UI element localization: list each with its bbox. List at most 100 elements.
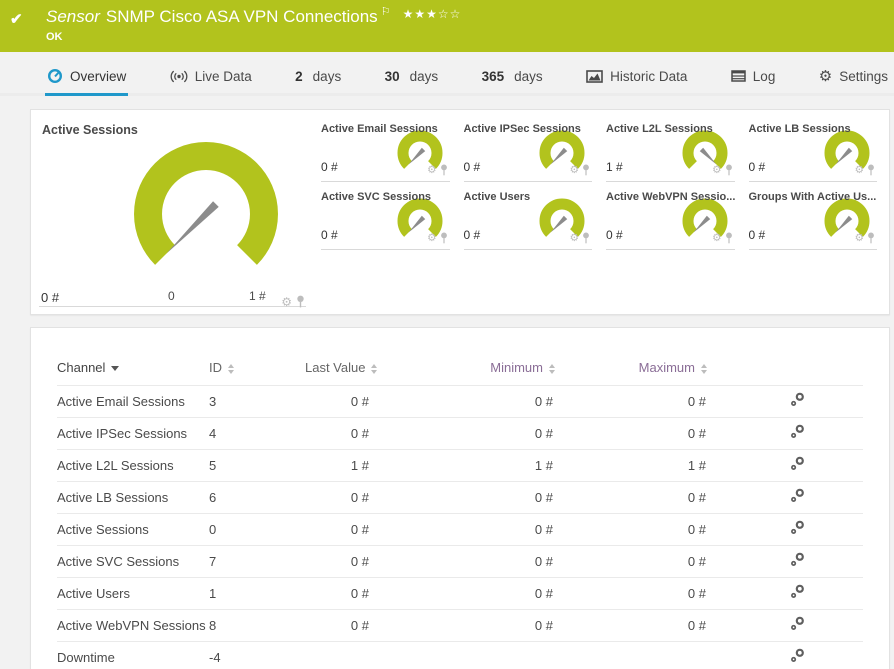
- tile-active-svc-sessions[interactable]: Active SVC Sessions 0 # ⚙: [321, 188, 450, 250]
- tab-2-days[interactable]: 2 days: [293, 52, 343, 96]
- pin-icon[interactable]: [725, 164, 733, 176]
- col-header-maximum[interactable]: Maximum: [555, 348, 707, 386]
- pin-icon[interactable]: [440, 232, 448, 244]
- channel-settings-icon[interactable]: [790, 616, 805, 631]
- cell-minimum: 0 #: [415, 609, 555, 642]
- pin-icon[interactable]: [582, 232, 590, 244]
- pin-icon[interactable]: [725, 232, 733, 244]
- table-row: Active Users 1 0 # 0 # 0 #: [57, 577, 863, 610]
- channel-settings-icon[interactable]: [790, 392, 805, 407]
- tile-value: 0 #: [463, 160, 481, 174]
- gear-icon[interactable]: ⚙: [427, 165, 436, 176]
- tile-active-ipsec-sessions[interactable]: Active IPSec Sessions 0 # ⚙: [463, 120, 592, 182]
- channel-table-panel: Channel ID Last Value Minimum Maximum Ac…: [30, 327, 890, 669]
- cell-id: 8: [209, 609, 305, 642]
- tile-title: Active Users: [463, 191, 531, 203]
- tab-365-days[interactable]: 365 days: [480, 52, 545, 96]
- gear-icon[interactable]: ⚙: [281, 296, 292, 308]
- cell-maximum: [555, 641, 707, 669]
- cell-maximum: 0 #: [555, 513, 707, 546]
- broadcast-icon: [170, 70, 188, 82]
- pin-icon[interactable]: [296, 295, 305, 308]
- channel-settings-icon[interactable]: [790, 424, 805, 439]
- tab-label: Settings: [839, 68, 888, 84]
- table-row: Active L2L Sessions 5 1 # 1 # 1 #: [57, 449, 863, 482]
- gear-icon: ⚙: [818, 67, 833, 85]
- tile-title: Active SVC Sessions: [321, 191, 432, 203]
- cell-minimum: [415, 641, 555, 669]
- cell-minimum: 0 #: [415, 385, 555, 418]
- table-row: Active IPSec Sessions 4 0 # 0 # 0 #: [57, 417, 863, 450]
- col-header-minimum[interactable]: Minimum: [415, 348, 555, 386]
- tile-active-users[interactable]: Active Users 0 # ⚙: [463, 188, 592, 250]
- tab-30-days[interactable]: 30 days: [383, 52, 441, 96]
- cell-last-value: 1 #: [305, 449, 415, 482]
- tile-value: 1 #: [606, 160, 623, 174]
- gauges-panel: Active Sessions 0 # 0 1 # ⚙ Active Email…: [30, 109, 890, 315]
- gear-icon[interactable]: ⚙: [427, 233, 436, 244]
- channel-settings-icon[interactable]: [790, 552, 805, 567]
- gauge-needle: [835, 147, 853, 165]
- pin-icon[interactable]: [582, 164, 590, 176]
- tab-label: days: [409, 68, 439, 84]
- divider: [39, 306, 306, 307]
- tile-value: 0 #: [748, 160, 766, 174]
- pin-icon[interactable]: [867, 164, 875, 176]
- col-header-id[interactable]: ID: [209, 348, 305, 386]
- tab-label-number: 2: [295, 68, 303, 84]
- gear-icon[interactable]: ⚙: [712, 165, 721, 176]
- sort-icon: [701, 363, 707, 374]
- pin-icon[interactable]: [440, 164, 448, 176]
- cell-channel: Active WebVPN Sessions: [57, 609, 209, 642]
- tab-historic-data[interactable]: Historic Data: [584, 52, 689, 96]
- channel-settings-icon[interactable]: [790, 520, 805, 535]
- channel-settings-icon[interactable]: [790, 584, 805, 599]
- cell-minimum: 0 #: [415, 513, 555, 546]
- gear-icon[interactable]: ⚙: [570, 165, 579, 176]
- tab-label-number: 365: [481, 68, 505, 84]
- tab-log[interactable]: Log: [729, 52, 778, 96]
- tile-title: Active LB Sessions: [748, 123, 851, 135]
- cell-last-value: 0 #: [305, 577, 415, 610]
- pin-icon[interactable]: [867, 232, 875, 244]
- col-header-channel[interactable]: Channel: [57, 348, 209, 386]
- tile-value: 0 #: [748, 228, 766, 242]
- sort-icon: [228, 363, 234, 374]
- channel-settings-icon[interactable]: [790, 456, 805, 471]
- tile-active-email-sessions[interactable]: Active Email Sessions 0 # ⚙: [321, 120, 450, 182]
- tile-value: 0 #: [321, 228, 338, 242]
- gear-icon[interactable]: ⚙: [855, 233, 864, 244]
- gear-icon[interactable]: ⚙: [855, 165, 864, 176]
- cell-channel: Active L2L Sessions: [57, 449, 209, 482]
- cell-maximum: 0 #: [555, 609, 707, 642]
- cell-id: 3: [209, 385, 305, 418]
- channel-settings-icon[interactable]: [790, 648, 805, 663]
- channel-settings-icon[interactable]: [790, 488, 805, 503]
- gear-icon[interactable]: ⚙: [570, 233, 579, 244]
- gauge-needle: [408, 147, 425, 165]
- cell-last-value: [305, 641, 415, 669]
- flag-icon[interactable]: ⚐: [381, 6, 391, 18]
- tab-settings[interactable]: ⚙ Settings: [817, 52, 890, 96]
- tile-groups-with-active-users[interactable]: Groups With Active Us... 0 # ⚙: [748, 188, 877, 250]
- tab-live-data[interactable]: Live Data: [168, 52, 254, 96]
- tile-active-webvpn-sessions[interactable]: Active WebVPN Sessio... 0 # ⚙: [606, 188, 735, 250]
- stars-filled[interactable]: ★★★: [403, 7, 438, 21]
- status-badge: OK: [46, 31, 63, 43]
- status-check-icon: ✔: [10, 11, 23, 28]
- cell-channel: Active LB Sessions: [57, 481, 209, 514]
- gauge-needle: [408, 215, 425, 233]
- col-header-last-value[interactable]: Last Value: [305, 348, 415, 386]
- tab-overview[interactable]: Overview: [45, 52, 129, 96]
- main-gauge: [134, 142, 278, 265]
- stars-empty[interactable]: ☆☆: [438, 7, 462, 21]
- gear-icon[interactable]: ⚙: [712, 233, 721, 244]
- table-row: Active Email Sessions 3 0 # 0 # 0 #: [57, 385, 863, 418]
- tile-active-lb-sessions[interactable]: Active LB Sessions 0 # ⚙: [748, 120, 877, 182]
- tile-title: Active IPSec Sessions: [463, 123, 581, 135]
- cell-minimum: 0 #: [415, 577, 555, 610]
- gauge-needle: [550, 147, 568, 165]
- gauge-active-sessions[interactable]: Active Sessions 0 # 0 1 # ⚙: [31, 110, 317, 314]
- tile-active-l2l-sessions[interactable]: Active L2L Sessions 1 # ⚙: [606, 120, 735, 182]
- priority-stars[interactable]: ★★★☆☆: [403, 7, 462, 21]
